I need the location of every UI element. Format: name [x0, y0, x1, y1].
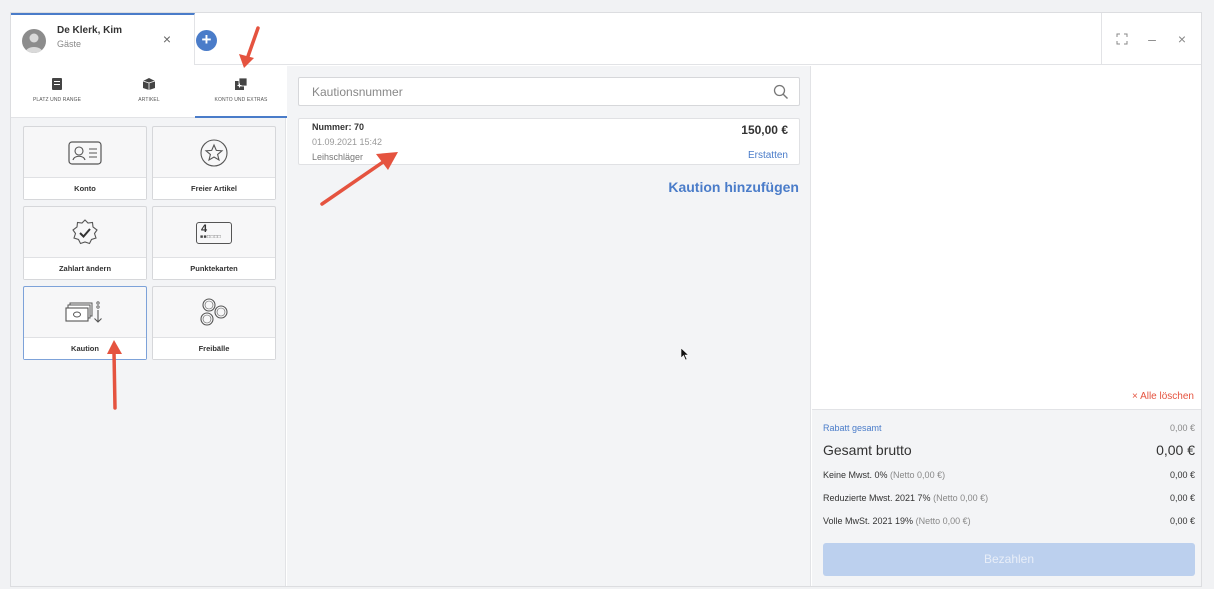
- tile-kaution[interactable]: Kaution: [23, 286, 147, 360]
- close-window-icon[interactable]: ×: [1174, 31, 1190, 47]
- avatar: [22, 29, 46, 53]
- annotation-arrow-icon: [320, 152, 398, 206]
- tax-value: 0,00 €: [1169, 470, 1195, 480]
- guest-group: Gäste: [57, 39, 82, 49]
- minimize-icon[interactable]: –: [1144, 31, 1160, 47]
- tile-label: Punktekarten: [153, 257, 275, 279]
- guest-name: De Klerk, Kim: [57, 25, 123, 36]
- tile-label: Freibälle: [153, 337, 275, 359]
- tax-row: Reduzierte Mwst. 2021 7% (Netto 0,00 €) …: [823, 493, 1195, 503]
- annotation-arrow-icon: [239, 26, 260, 68]
- category-tabs: PLATZ UND RANGE ARTIKEL KONTO UND EXTRAS: [11, 66, 287, 118]
- account-card-icon: [68, 141, 102, 165]
- gross-label: Gesamt brutto: [823, 442, 912, 458]
- tax-label: Volle MwSt. 2021 19%: [823, 516, 914, 526]
- left-panel: PLATZ UND RANGE ARTIKEL KONTO UND EXTRAS: [11, 66, 287, 586]
- guest-tab[interactable]: De Klerk, Kim Gäste ×: [11, 13, 195, 65]
- annotation-arrow-icon: [107, 340, 122, 410]
- clear-all-link[interactable]: × Alle löschen: [1132, 391, 1194, 402]
- check-badge-icon: [72, 219, 98, 245]
- tax-value: 0,00 €: [1169, 516, 1195, 526]
- pay-button[interactable]: Bezahlen: [823, 543, 1195, 576]
- tax-net: (Netto 0,00 €): [915, 516, 971, 526]
- tab-label: ARTIKEL: [138, 97, 160, 103]
- star-icon: [200, 139, 228, 167]
- mouse-cursor-icon: [681, 348, 689, 360]
- tax-label: Reduzierte Mwst. 2021 7%: [823, 493, 931, 503]
- tab-label: PLATZ UND RANGE: [32, 97, 82, 103]
- app-window: De Klerk, Kim Gäste × + – × PLATZ UND RA…: [10, 12, 1202, 587]
- box-icon: [142, 78, 156, 90]
- add-deposit-link[interactable]: Kaution hinzufügen: [668, 179, 799, 195]
- user-icon: [25, 33, 43, 53]
- gross-value: 0,00 €: [1156, 442, 1195, 458]
- search-icon[interactable]: [773, 84, 789, 100]
- close-tab-icon[interactable]: ×: [160, 32, 174, 46]
- cash-deposit-icon: [65, 301, 102, 323]
- refund-link[interactable]: Erstatten: [748, 150, 788, 161]
- balls-icon: [200, 298, 228, 326]
- tax-net: (Netto 0,00 €): [890, 470, 946, 480]
- totals-box: Rabatt gesamt 0,00 € Gesamt brutto 0,00 …: [812, 409, 1201, 586]
- tile-label: Freier Artikel: [153, 177, 275, 199]
- tile-freibaelle[interactable]: Freibälle: [152, 286, 276, 360]
- tile-freier-artikel[interactable]: Freier Artikel: [152, 126, 276, 200]
- deposit-amount: 150,00 €: [741, 123, 788, 137]
- deposit-date: 01.09.2021 15:42: [312, 137, 383, 147]
- tab-artikel[interactable]: ARTIKEL: [103, 66, 195, 118]
- window-controls: – ×: [1101, 13, 1201, 65]
- punch-card-icon: 4 ■■□□□□: [196, 222, 232, 244]
- tax-net: (Netto 0,00 €): [933, 493, 989, 503]
- extras-icon: [235, 77, 248, 90]
- discount-row: Rabatt gesamt 0,00 €: [823, 423, 1195, 433]
- tax-row: Keine Mwst. 0% (Netto 0,00 €) 0,00 €: [823, 470, 1195, 480]
- tab-platz-und-range[interactable]: PLATZ UND RANGE: [11, 66, 103, 118]
- top-bar: De Klerk, Kim Gäste × + – ×: [11, 13, 1201, 65]
- deposit-search: [298, 77, 800, 106]
- tile-label: Zahlart ändern: [24, 257, 146, 279]
- punch-dots-icon: ■■□□□□: [200, 234, 222, 240]
- tab-konto-und-extras[interactable]: KONTO UND EXTRAS: [195, 66, 287, 118]
- tile-punktekarten[interactable]: 4 ■■□□□□ Punktekarten: [152, 206, 276, 280]
- tile-label: Konto: [24, 177, 146, 199]
- search-input[interactable]: [299, 78, 769, 105]
- fullscreen-icon[interactable]: [1114, 31, 1130, 47]
- tax-value: 0,00 €: [1169, 493, 1195, 503]
- tax-label: Keine Mwst. 0%: [823, 470, 888, 480]
- deposit-number: Nummer: 70: [312, 122, 365, 132]
- tax-row: Volle MwSt. 2021 19% (Netto 0,00 €) 0,00…: [823, 516, 1195, 526]
- gross-row: Gesamt brutto 0,00 €: [823, 442, 1195, 458]
- add-guest-button[interactable]: +: [196, 30, 217, 51]
- discount-value: 0,00 €: [1169, 423, 1195, 433]
- tile-konto[interactable]: Konto: [23, 126, 147, 200]
- tile-zahlart-aendern[interactable]: Zahlart ändern: [23, 206, 147, 280]
- discount-label: Rabatt gesamt: [823, 423, 882, 433]
- tile-label: Kaution: [24, 337, 146, 359]
- deposit-panel: Nummer: 70 01.09.2021 15:42 Leihschläger…: [287, 66, 811, 586]
- calendar-icon: [52, 78, 62, 90]
- tab-label: KONTO UND EXTRAS: [214, 97, 268, 103]
- cart-panel: × Alle löschen Rabatt gesamt 0,00 € Gesa…: [812, 66, 1201, 586]
